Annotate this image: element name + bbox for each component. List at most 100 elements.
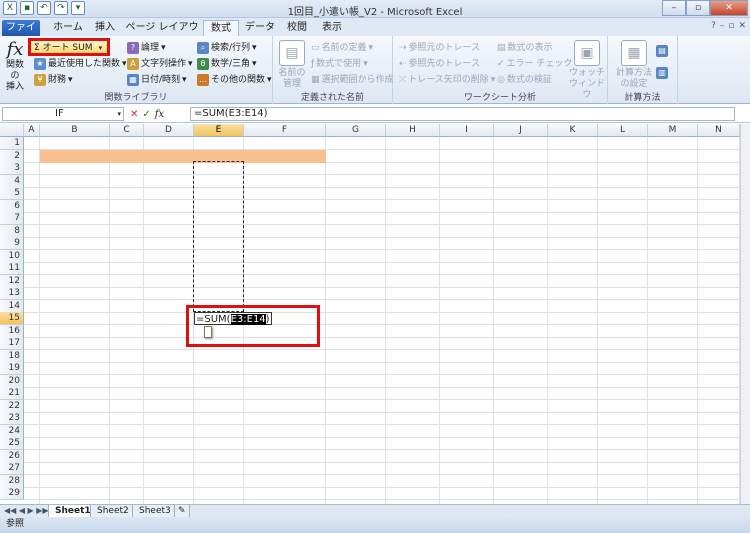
row-header-20[interactable]: 20 — [0, 374, 24, 388]
weekday-cell[interactable] — [110, 175, 144, 188]
weekday-cell[interactable] — [110, 237, 144, 250]
row-header-12[interactable]: 12 — [0, 274, 24, 288]
row-header-29[interactable]: 29 — [0, 487, 24, 500]
column-header-L[interactable]: L — [598, 124, 648, 137]
trace-precedents-button[interactable]: ⇢ 参照元のトレース — [399, 41, 480, 55]
tab-review[interactable]: 校閲 — [282, 20, 312, 36]
calc-sheet-icon[interactable]: ▥ — [656, 66, 668, 80]
date-cell[interactable] — [40, 187, 107, 200]
fx-icon[interactable]: fx — [155, 109, 164, 120]
show-formulas-button[interactable]: ▤ 数式の表示 — [497, 41, 553, 55]
row-header-9[interactable]: 9 — [0, 237, 24, 250]
row-header-13[interactable]: 13 — [0, 287, 24, 300]
row-header-15[interactable]: 15 — [0, 312, 24, 325]
weekday-cell[interactable] — [110, 262, 144, 275]
date-cell[interactable] — [40, 287, 107, 300]
date-cell[interactable] — [40, 200, 107, 213]
sheet-nav-icons[interactable]: ◀◀ ◀ ▶ ▶▶ — [4, 505, 49, 517]
row-header-22[interactable]: 22 — [0, 399, 24, 413]
recent-functions-button[interactable]: ★ 最近使用した関数 ▾ — [34, 57, 127, 71]
header-date[interactable] — [40, 150, 110, 163]
tab-view[interactable]: 表示 — [316, 20, 348, 36]
row-header-19[interactable]: 19 — [0, 362, 24, 375]
tab-data[interactable]: データ — [242, 20, 278, 36]
financial-button[interactable]: ¥ 財務 ▾ — [34, 73, 73, 87]
close-button[interactable]: ✕ — [710, 0, 748, 16]
weekday-cell[interactable] — [110, 225, 144, 238]
date-cell[interactable] — [40, 212, 107, 225]
row-header-11[interactable]: 11 — [0, 262, 24, 275]
date-cell[interactable] — [40, 275, 107, 288]
row-header-27[interactable]: 27 — [0, 462, 24, 475]
cancel-icon[interactable]: ✕ — [130, 109, 138, 120]
row-header-17[interactable]: 17 — [0, 337, 24, 350]
income-cell[interactable] — [144, 237, 192, 250]
date-cell[interactable] — [40, 300, 107, 313]
income-cell[interactable] — [144, 212, 192, 225]
help-icon[interactable]: ? — [711, 21, 716, 31]
weekday-cell[interactable] — [110, 287, 144, 300]
row-header-1[interactable]: 1 — [0, 137, 24, 150]
restore-icon[interactable]: ▫ — [728, 21, 734, 31]
weekday-cell[interactable] — [110, 275, 144, 288]
formula-input[interactable]: =SUM(E3:E14) — [190, 107, 735, 121]
date-cell[interactable] — [40, 237, 107, 250]
header-details[interactable] — [244, 150, 326, 163]
column-header-F[interactable]: F — [244, 124, 326, 137]
weekday-cell[interactable] — [110, 250, 144, 263]
column-header-M[interactable]: M — [648, 124, 698, 137]
vertical-scrollbar[interactable] — [740, 124, 750, 504]
column-header-C[interactable]: C — [110, 124, 144, 137]
row-header-8[interactable]: 8 — [0, 224, 24, 238]
income-cell[interactable] — [144, 262, 192, 275]
header-income[interactable] — [144, 150, 194, 163]
name-manager-button[interactable]: ▤ 名前の 管理 — [277, 40, 307, 90]
tab-page-layout[interactable]: ページ レイアウト — [124, 20, 200, 48]
row-header-21[interactable]: 21 — [0, 387, 24, 400]
row-header-23[interactable]: 23 — [0, 412, 24, 425]
error-check-button[interactable]: ✓エラー チェック▾ — [497, 57, 579, 71]
calc-options-button[interactable]: ▦ 計算方法 の設定 — [614, 40, 654, 90]
maximize-button[interactable]: ▫ — [686, 0, 710, 16]
enter-icon[interactable]: ✓ — [142, 109, 150, 120]
column-header-K[interactable]: K — [548, 124, 598, 137]
insert-function-button[interactable]: fx 関数の 挿入 — [2, 40, 28, 93]
income-cell[interactable] — [144, 200, 192, 213]
logical-button[interactable]: ? 論理 ▾ — [127, 41, 166, 55]
weekday-cell[interactable] — [110, 162, 144, 175]
column-header-D[interactable]: D — [144, 124, 194, 137]
calc-now-icon[interactable]: ▤ — [656, 44, 668, 58]
more-functions-button[interactable]: … その他の関数 ▾ — [197, 73, 272, 87]
text-functions-button[interactable]: A 文字列操作 ▾ — [127, 57, 193, 71]
income-cell[interactable] — [144, 187, 192, 200]
tab-formulas[interactable]: 数式 — [203, 20, 239, 36]
column-header-G[interactable]: G — [326, 124, 386, 137]
chevron-down-icon[interactable]: ▾ — [117, 108, 121, 120]
weekday-cell[interactable] — [110, 187, 144, 200]
row-header-5[interactable]: 5 — [0, 187, 24, 200]
remove-arrows-button[interactable]: ⤫ トレース矢印の削除 ▾ — [399, 73, 495, 87]
date-cell[interactable] — [40, 262, 107, 275]
income-cell[interactable] — [144, 175, 192, 188]
weekday-cell[interactable] — [110, 200, 144, 213]
trace-dependents-button[interactable]: ⇠ 参照先のトレース — [399, 57, 480, 71]
row-header-10[interactable]: 10 — [0, 249, 24, 263]
income-cell[interactable] — [144, 300, 192, 313]
row-header-4[interactable]: 4 — [0, 174, 24, 188]
create-from-selection-button[interactable]: ▦ 選択範囲から作成 — [311, 73, 394, 87]
tab-home[interactable]: ホーム — [48, 20, 88, 36]
row-header-28[interactable]: 28 — [0, 474, 24, 488]
weekday-cell[interactable] — [110, 212, 144, 225]
tab-insert[interactable]: 挿入 — [90, 20, 120, 36]
column-header-B[interactable]: B — [40, 124, 110, 137]
row-header-24[interactable]: 24 — [0, 424, 24, 438]
income-cell[interactable] — [144, 225, 192, 238]
weekday-cell[interactable] — [110, 300, 144, 313]
select-all-corner[interactable] — [0, 124, 24, 137]
row-header-2[interactable]: 2 — [0, 149, 24, 163]
lookup-button[interactable]: ⌕ 検索/行列 ▾ — [197, 41, 257, 55]
header-weekday[interactable] — [110, 150, 144, 163]
close-workbook-icon[interactable]: ✕ — [738, 21, 746, 31]
date-cell[interactable] — [40, 225, 107, 238]
use-in-formula-button[interactable]: ƒ 数式で使用 ▾ — [311, 57, 368, 71]
